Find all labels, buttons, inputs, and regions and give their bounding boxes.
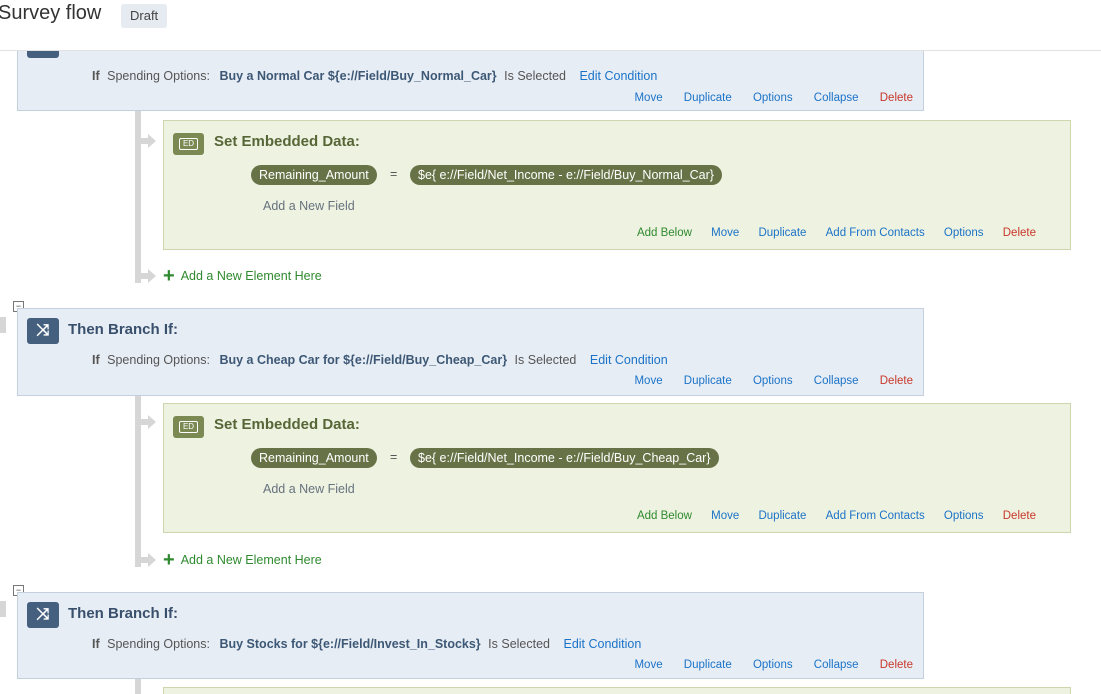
add-element-label: Add a New Element Here <box>180 553 322 567</box>
collapse-link[interactable]: Collapse <box>814 375 859 387</box>
add-from-contacts-link[interactable]: Add From Contacts <box>826 227 925 239</box>
branch-actions: Move Duplicate Options Collapse Delete <box>616 659 913 671</box>
ed-icon: ED <box>173 133 204 155</box>
connector-arrow <box>148 553 156 567</box>
options-link[interactable]: Options <box>753 92 793 104</box>
add-below-link[interactable]: Add Below <box>637 227 692 239</box>
move-link[interactable]: Move <box>711 227 739 239</box>
branch-title: Then Branch If: <box>68 321 179 338</box>
add-element-label: Add a New Element Here <box>180 269 322 283</box>
equals-sign: = <box>390 167 398 181</box>
collapse-link[interactable]: Collapse <box>814 92 859 104</box>
options-link[interactable]: Options <box>944 510 984 522</box>
branch-block: ⤨ Then Branch If: If Spending Options: B… <box>17 592 924 679</box>
add-from-contacts-link[interactable]: Add From Contacts <box>826 510 925 522</box>
shuffle-icon: ⤨ <box>27 318 59 344</box>
ed-icon-label: ED <box>178 138 199 150</box>
branch-actions: Move Duplicate Options Collapse Delete <box>616 92 913 104</box>
plus-icon: + <box>163 549 175 571</box>
condition-choice: Buy Stocks for ${e://Field/Invest_In_Sto… <box>219 637 481 651</box>
move-link[interactable]: Move <box>634 375 662 387</box>
connector-line <box>0 601 6 617</box>
delete-link[interactable]: Delete <box>880 375 913 387</box>
edit-condition-link[interactable]: Edit Condition <box>579 69 657 83</box>
if-label: If <box>92 69 100 83</box>
options-link[interactable]: Options <box>944 227 984 239</box>
if-label: If <box>92 353 100 367</box>
ed-icon: ED <box>173 416 204 438</box>
add-element-link[interactable]: + Add a New Element Here <box>163 265 322 288</box>
branch-condition: If Spending Options: Buy a Cheap Car for… <box>92 353 668 367</box>
delete-link[interactable]: Delete <box>1003 510 1036 522</box>
connector-arrow <box>148 269 156 283</box>
move-link[interactable]: Move <box>634 659 662 671</box>
embedded-actions: Add Below Move Duplicate Add From Contac… <box>621 227 1036 239</box>
embedded-actions: Add Below Move Duplicate Add From Contac… <box>621 510 1036 522</box>
embedded-data-title: Set Embedded Data: <box>214 133 360 150</box>
branch-title: Then Branch If: <box>68 605 179 622</box>
delete-link[interactable]: Delete <box>880 659 913 671</box>
plus-icon: + <box>163 265 175 287</box>
shuffle-icon: ⤨ <box>27 602 59 628</box>
condition-field: Spending Options: <box>107 637 210 651</box>
equals-sign: = <box>390 450 398 464</box>
branch-condition: If Spending Options: Buy a Normal Car ${… <box>92 69 657 83</box>
duplicate-link[interactable]: Duplicate <box>684 659 732 671</box>
condition-field: Spending Options: <box>107 353 210 367</box>
branch-block: ⤨ Then Branch If: If Spending Options: B… <box>17 308 924 396</box>
duplicate-link[interactable]: Duplicate <box>684 375 732 387</box>
options-link[interactable]: Options <box>753 375 793 387</box>
move-link[interactable]: Move <box>634 92 662 104</box>
if-label: If <box>92 637 100 651</box>
add-field-link[interactable]: Add a New Field <box>263 199 355 213</box>
embedded-data-block: ED Set Embedded Data: Remaining_Amount =… <box>163 120 1071 250</box>
condition-state: Is Selected <box>504 69 566 83</box>
add-field-link[interactable]: Add a New Field <box>263 482 355 496</box>
embedded-data-block: ED Set Embedded Data: Remaining_Amount =… <box>163 403 1071 533</box>
ed-icon-label: ED <box>178 421 199 433</box>
page-title: Survey flow <box>0 2 102 24</box>
condition-choice: Buy a Cheap Car for ${e://Field/Buy_Chea… <box>219 353 508 367</box>
duplicate-link[interactable]: Duplicate <box>684 92 732 104</box>
add-below-link[interactable]: Add Below <box>637 510 692 522</box>
delete-link[interactable]: Delete <box>1003 227 1036 239</box>
embedded-data-title: Set Embedded Data: <box>214 416 360 433</box>
options-link[interactable]: Options <box>753 659 793 671</box>
embedded-field-name[interactable]: Remaining_Amount <box>251 448 377 468</box>
condition-field: Spending Options: <box>107 69 210 83</box>
embedded-data-block <box>163 687 1071 694</box>
embedded-field-value[interactable]: $e{ e://Field/Net_Income - e://Field/Buy… <box>410 448 719 468</box>
condition-state: Is Selected <box>488 637 550 651</box>
status-badge: Draft <box>121 4 168 28</box>
edit-condition-link[interactable]: Edit Condition <box>563 637 641 651</box>
edit-condition-link[interactable]: Edit Condition <box>590 353 668 367</box>
add-element-link[interactable]: + Add a New Element Here <box>163 549 322 572</box>
condition-state: Is Selected <box>514 353 577 367</box>
connector-line <box>135 111 141 283</box>
connector-line <box>135 679 141 694</box>
duplicate-link[interactable]: Duplicate <box>758 510 806 522</box>
move-link[interactable]: Move <box>711 510 739 522</box>
page-header: Survey flow Draft <box>0 0 1101 51</box>
embedded-field-value[interactable]: $e{ e://Field/Net_Income - e://Field/Buy… <box>410 165 722 185</box>
duplicate-link[interactable]: Duplicate <box>758 227 806 239</box>
connector-arrow <box>148 134 156 148</box>
embedded-field-name[interactable]: Remaining_Amount <box>251 165 377 185</box>
collapse-link[interactable]: Collapse <box>814 659 859 671</box>
branch-actions: Move Duplicate Options Collapse Delete <box>616 375 913 387</box>
connector-arrow <box>148 415 156 429</box>
connector-line <box>0 317 6 333</box>
condition-choice: Buy a Normal Car ${e://Field/Buy_Normal_… <box>219 69 497 83</box>
delete-link[interactable]: Delete <box>880 92 913 104</box>
branch-condition: If Spending Options: Buy Stocks for ${e:… <box>92 637 641 651</box>
